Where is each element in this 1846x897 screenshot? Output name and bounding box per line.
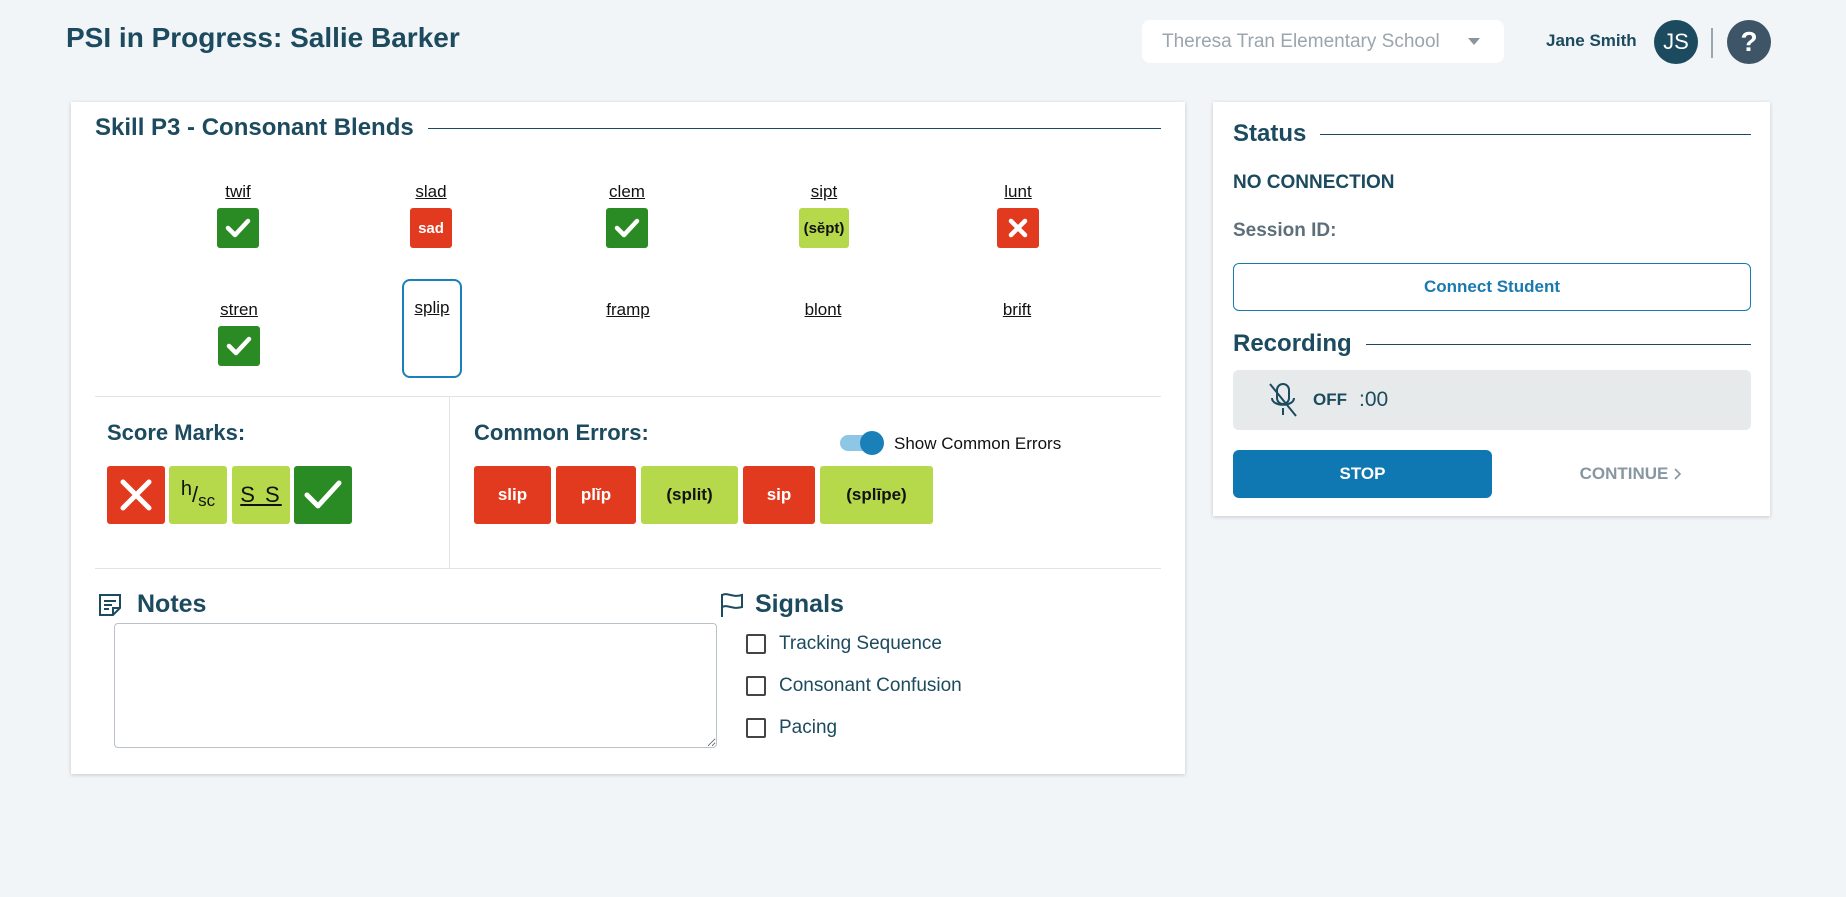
check-icon[interactable] xyxy=(218,326,260,366)
recording-state: OFF xyxy=(1313,390,1347,409)
word-item[interactable]: blont xyxy=(783,298,863,322)
status-title: Status xyxy=(1233,120,1307,147)
skill-header: Skill P3 - Consonant Blends xyxy=(95,114,1161,142)
word-item[interactable]: lunt xyxy=(978,180,1058,248)
word-item[interactable]: twif xyxy=(198,180,278,248)
divider xyxy=(95,568,1161,569)
word-label: brift xyxy=(1002,300,1032,319)
checkbox[interactable] xyxy=(746,634,766,654)
word-item[interactable]: clem xyxy=(587,180,667,248)
word-label: sipt xyxy=(810,182,838,201)
recording-header: Recording xyxy=(1233,330,1751,358)
assessment-card: Skill P3 - Consonant Blends twif slad sa… xyxy=(71,102,1185,774)
common-error-button[interactable]: (splīpe) xyxy=(820,466,933,524)
common-error-button[interactable]: (split) xyxy=(641,466,738,524)
status-card: Status NO CONNECTION Session ID: Connect… xyxy=(1213,102,1770,516)
word-label: stren xyxy=(220,300,258,319)
toggle-knob xyxy=(860,431,884,455)
checkbox[interactable] xyxy=(746,676,766,696)
check-icon xyxy=(304,480,342,509)
microphone-off-icon[interactable] xyxy=(1267,381,1299,419)
common-error-button[interactable]: sip xyxy=(743,466,815,524)
ss-button[interactable]: S S xyxy=(232,466,290,524)
word-label: twif xyxy=(225,182,251,201)
recording-timer: :00 xyxy=(1359,388,1389,411)
self-correct-mark[interactable]: (sĕpt) xyxy=(799,208,849,248)
notes-title: Notes xyxy=(137,590,207,618)
user-name: Jane Smith xyxy=(1546,31,1637,50)
score-marks-title: Score Marks: xyxy=(107,420,246,445)
continue-label: CONTINUE xyxy=(1579,464,1669,483)
divider xyxy=(1320,133,1751,135)
school-select-value: Theresa Tran Elementary School xyxy=(1162,30,1440,52)
word-item[interactable]: framp xyxy=(588,298,668,322)
common-error-button[interactable]: slip xyxy=(474,466,551,524)
question-icon[interactable]: ? xyxy=(1727,20,1771,64)
h-sc-button[interactable]: h / sc xyxy=(169,466,227,524)
hsc-sc: sc xyxy=(198,491,216,510)
check-icon[interactable] xyxy=(217,208,259,248)
word-label: framp xyxy=(606,300,650,319)
hsc-h: h xyxy=(180,477,192,500)
recording-status: OFF :00 xyxy=(1233,370,1751,430)
stop-button[interactable]: STOP xyxy=(1233,450,1492,498)
close-icon[interactable] xyxy=(997,208,1039,248)
divider xyxy=(1365,343,1751,345)
signal-pacing[interactable]: Pacing xyxy=(746,717,837,739)
session-id-label: Session ID: xyxy=(1233,220,1337,241)
divider xyxy=(427,127,1161,129)
close-icon xyxy=(120,479,152,511)
common-error-button[interactable]: plĭp xyxy=(556,466,636,524)
show-common-errors-toggle[interactable] xyxy=(840,431,884,455)
signal-consonant-confusion[interactable]: Consonant Confusion xyxy=(746,675,962,697)
word-item[interactable]: slad sad xyxy=(391,180,471,248)
notes-header: Notes xyxy=(97,590,206,619)
word-item[interactable]: sipt (sĕpt) xyxy=(784,180,864,248)
word-item-active[interactable]: splip xyxy=(392,296,472,320)
active-word-box[interactable] xyxy=(402,279,462,378)
chevron-down-icon xyxy=(1468,38,1480,45)
signal-label: Pacing xyxy=(779,717,838,738)
word-label: slad xyxy=(415,182,447,201)
check-icon[interactable] xyxy=(606,208,648,248)
word-label: clem xyxy=(609,182,645,201)
notes-textarea[interactable] xyxy=(114,623,717,748)
skill-title: Skill P3 - Consonant Blends xyxy=(95,114,414,141)
header-divider xyxy=(1711,28,1713,58)
school-select[interactable]: Theresa Tran Elementary School xyxy=(1142,20,1504,63)
connection-status: NO CONNECTION xyxy=(1233,172,1395,193)
checkbox[interactable] xyxy=(746,718,766,738)
divider xyxy=(449,396,450,568)
word-label: lunt xyxy=(1004,182,1032,201)
word-label: blont xyxy=(804,300,842,319)
signal-label: Tracking Sequence xyxy=(779,633,943,654)
correct-button[interactable] xyxy=(294,466,352,524)
common-errors-title: Common Errors: xyxy=(474,420,649,445)
status-header: Status xyxy=(1233,120,1751,148)
error-mark[interactable]: sad xyxy=(410,208,452,248)
continue-button[interactable]: CONTINUE xyxy=(1511,450,1751,498)
signal-label: Consonant Confusion xyxy=(779,675,962,696)
flag-icon xyxy=(721,592,743,617)
incorrect-button[interactable] xyxy=(107,466,165,524)
toggle-label: Show Common Errors xyxy=(894,434,1062,453)
signals-header: Signals xyxy=(719,590,844,619)
connect-student-button[interactable]: Connect Student xyxy=(1233,263,1751,311)
word-item[interactable]: brift xyxy=(977,298,1057,322)
notes-icon xyxy=(99,593,121,616)
page-title: PSI in Progress: Sallie Barker xyxy=(66,22,460,53)
word-item[interactable]: stren xyxy=(199,298,279,366)
word-label: splip xyxy=(414,298,450,317)
recording-title: Recording xyxy=(1233,330,1352,357)
signal-tracking-sequence[interactable]: Tracking Sequence xyxy=(746,633,942,655)
divider xyxy=(95,396,1161,397)
avatar[interactable]: JS xyxy=(1654,20,1698,64)
signals-title: Signals xyxy=(755,590,844,618)
chevron-right-icon xyxy=(1674,468,1682,480)
